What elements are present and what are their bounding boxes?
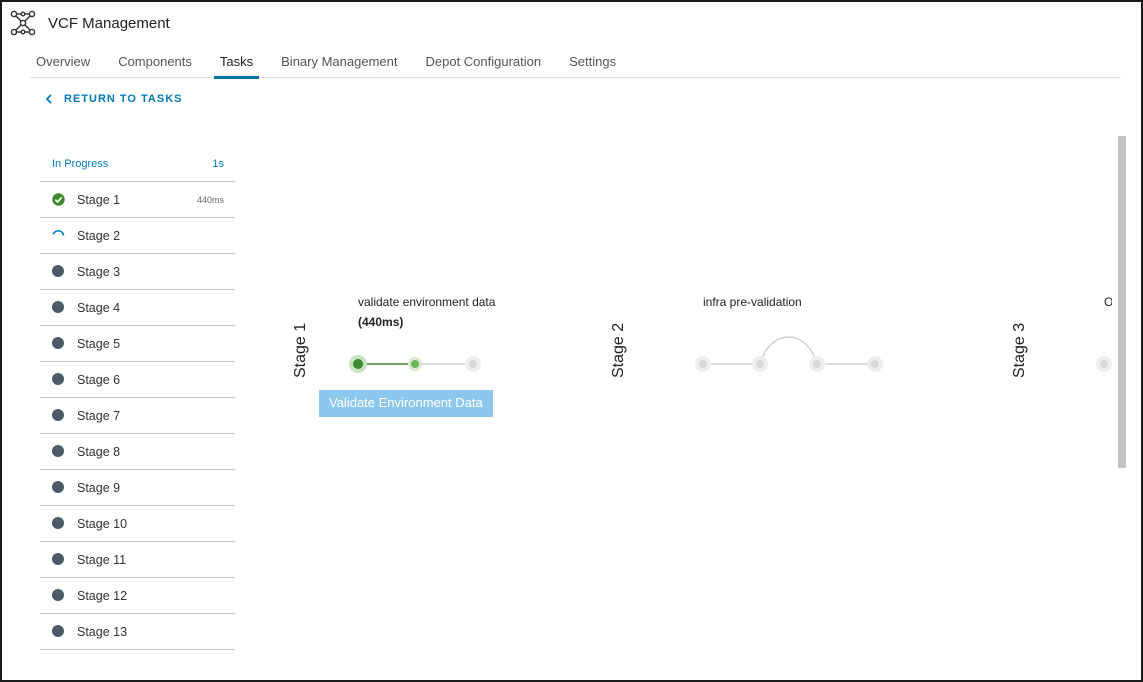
- stage-item-label: Stage 9: [77, 480, 121, 495]
- stage-item-label: Stage 12: [77, 588, 128, 603]
- return-to-tasks-link[interactable]: RETURN TO TASKS: [42, 92, 183, 106]
- flow-node-pending-core: [756, 360, 764, 368]
- flow-node-pending-core: [469, 360, 477, 368]
- stage-item-time: 440ms: [196, 194, 224, 205]
- stage-item-label: Stage 1: [77, 192, 121, 207]
- pending-dot-icon: [52, 445, 65, 458]
- flow-node-pending-core: [699, 360, 707, 368]
- pending-dot-icon: [52, 409, 65, 422]
- pending-dot-icon: [52, 373, 65, 386]
- tab-settings[interactable]: Settings: [563, 48, 622, 78]
- stage-item-3[interactable]: Stage 3: [40, 254, 235, 290]
- app-title: VCF Management: [48, 14, 170, 32]
- flow-node-pending-core: [871, 360, 879, 368]
- pending-dot-icon: [52, 337, 65, 350]
- pending-dot-icon: [52, 265, 65, 278]
- stage-item-label: Stage 2: [77, 228, 121, 243]
- stage-item-5[interactable]: Stage 5: [40, 326, 235, 362]
- stage-item-2[interactable]: Stage 2: [40, 218, 235, 254]
- pending-dot-icon: [52, 517, 65, 530]
- stage-item-label: Stage 10: [77, 516, 128, 531]
- flow-node-pending-core: [1100, 360, 1108, 368]
- flow-node-active-core: [411, 360, 419, 368]
- flow-graph: [349, 336, 1112, 373]
- vertical-scrollbar[interactable]: [1118, 136, 1126, 468]
- pending-dot-icon: [52, 589, 65, 602]
- flow-node-pending-core: [813, 360, 821, 368]
- tab-depot-configuration[interactable]: Depot Configuration: [419, 48, 547, 78]
- app-window: VCF Management Overview Components Tasks…: [0, 0, 1143, 682]
- stage-item-label: Stage 3: [77, 264, 121, 279]
- pending-dot-icon: [52, 301, 65, 314]
- stage-item-4[interactable]: Stage 4: [40, 290, 235, 326]
- stage-item-label: Stage 8: [77, 444, 121, 459]
- stage-item-1[interactable]: Stage 1 440ms: [40, 182, 235, 218]
- stage-item-6[interactable]: Stage 6: [40, 362, 235, 398]
- stage-item-label: Stage 7: [77, 408, 121, 423]
- app-header: VCF Management: [10, 10, 170, 36]
- stage-item-9[interactable]: Stage 9: [40, 470, 235, 506]
- return-to-tasks-label: RETURN TO TASKS: [64, 93, 183, 105]
- flow-node-complete-core: [353, 359, 363, 369]
- stage-item-12[interactable]: Stage 12: [40, 578, 235, 614]
- stage-item-label: Stage 5: [77, 336, 121, 351]
- stage-item-8[interactable]: Stage 8: [40, 434, 235, 470]
- pending-dot-icon: [52, 625, 65, 638]
- stage-item-label: Stage 13: [77, 624, 128, 639]
- stage-list-header: In Progress 1s: [40, 146, 235, 182]
- pending-dot-icon: [52, 481, 65, 494]
- stage-list: In Progress 1s Stage 1 440ms Stage 2 Sta…: [40, 146, 235, 650]
- node-tooltip: Validate Environment Data: [319, 390, 493, 417]
- tab-bar: Overview Components Tasks Binary Managem…: [30, 48, 1121, 79]
- pending-dot-icon: [52, 553, 65, 566]
- tab-overview[interactable]: Overview: [30, 48, 96, 78]
- spinner-icon: [52, 229, 65, 236]
- tab-binary-management[interactable]: Binary Management: [275, 48, 403, 78]
- tab-components[interactable]: Components: [112, 48, 198, 78]
- flow-edge: [759, 336, 818, 365]
- stage-item-11[interactable]: Stage 11: [40, 542, 235, 578]
- check-circle-icon: [52, 193, 65, 206]
- task-status: In Progress: [52, 157, 109, 170]
- task-duration: 1s: [212, 157, 224, 170]
- stage-item-7[interactable]: Stage 7: [40, 398, 235, 434]
- stage-flow-canvas[interactable]: Stage 1 validate environment data (440ms…: [242, 132, 1112, 532]
- network-nodes-icon: [10, 10, 36, 36]
- chevron-left-icon: [45, 94, 52, 104]
- stage-item-13[interactable]: Stage 13: [40, 614, 235, 650]
- stage-item-label: Stage 11: [77, 552, 127, 567]
- stage-item-10[interactable]: Stage 10: [40, 506, 235, 542]
- stage-item-label: Stage 4: [77, 300, 121, 315]
- stage-item-label: Stage 6: [77, 372, 121, 387]
- tab-tasks[interactable]: Tasks: [213, 48, 260, 79]
